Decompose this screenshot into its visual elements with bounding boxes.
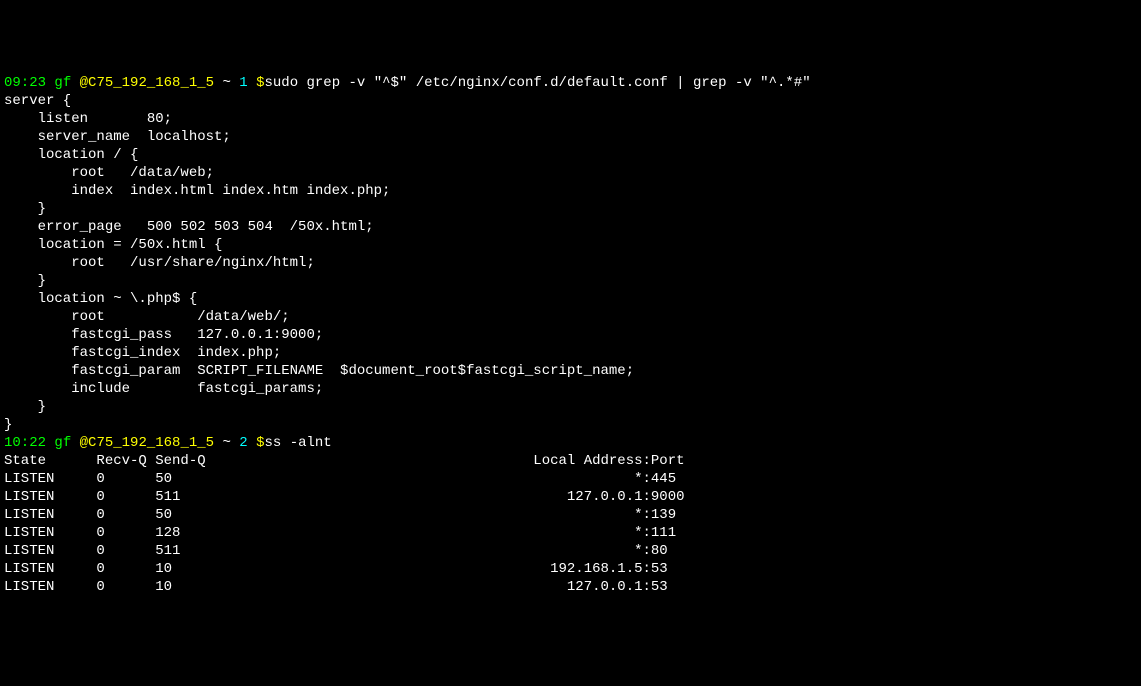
command-2: ss -alnt xyxy=(265,435,332,451)
tilde-1: ~ xyxy=(222,75,230,91)
host-2: @C75_192_168_1_5 xyxy=(80,435,214,451)
ss-output: LISTEN 0 50 *:445 LISTEN 0 511 127.0.0.1… xyxy=(4,471,685,595)
command-1: sudo grep -v "^$" /etc/nginx/conf.d/defa… xyxy=(265,75,811,91)
dollar-1: $ xyxy=(256,75,264,91)
time-2: 10:22 xyxy=(4,435,46,451)
prompt-line-1: 09:23 gf @C75_192_168_1_5 ~ 1 $sudo grep… xyxy=(4,75,811,91)
host-1: @C75_192_168_1_5 xyxy=(80,75,214,91)
histnum-2: 2 xyxy=(239,435,247,451)
prompt-line-2: 10:22 gf @C75_192_168_1_5 ~ 2 $ss -alnt xyxy=(4,435,332,451)
terminal[interactable]: 09:23 gf @C75_192_168_1_5 ~ 1 $sudo grep… xyxy=(4,74,1137,596)
dollar-2: $ xyxy=(256,435,264,451)
histnum-1: 1 xyxy=(239,75,247,91)
user-1: gf xyxy=(54,75,71,91)
ss-header: State Recv-Q Send-Q Local Address:Port xyxy=(4,453,685,469)
tilde-2: ~ xyxy=(222,435,230,451)
user-2: gf xyxy=(54,435,71,451)
config-output: server { listen 80; server_name localhos… xyxy=(4,93,634,433)
time-1: 09:23 xyxy=(4,75,46,91)
